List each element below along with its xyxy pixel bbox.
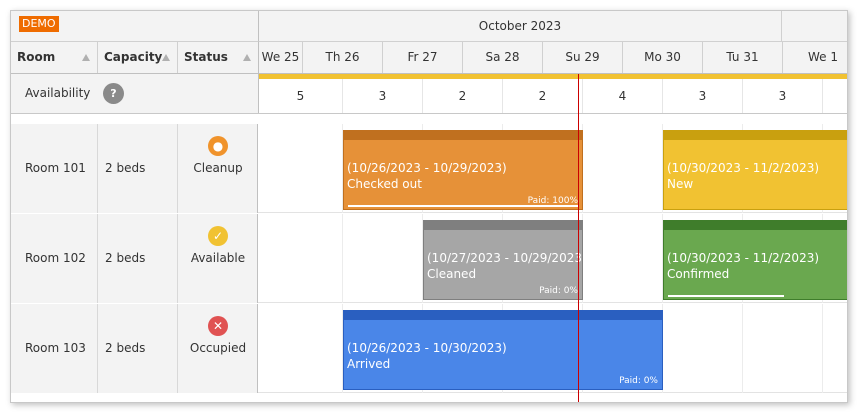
person-icon: ●	[208, 136, 228, 156]
availability-value: 3	[343, 79, 423, 113]
availability-value: 5	[259, 79, 343, 113]
room-name: Room 103	[11, 304, 98, 393]
scheduler: DEMO October 2023 Room Capacity Status W…	[10, 10, 848, 403]
event-dates: (10/27/2023 - 10/29/2023)	[427, 251, 583, 265]
room-row-header[interactable]: Room 103 2 beds ✕ Occupied	[11, 304, 258, 393]
sort-icon[interactable]	[243, 54, 251, 61]
grid-cell[interactable]	[259, 304, 343, 393]
column-header-capacity[interactable]: Capacity	[98, 42, 178, 73]
event-dates: (10/26/2023 - 10/29/2023)	[347, 161, 507, 175]
sort-icon[interactable]	[82, 54, 90, 61]
room-row: Room 102 2 beds ✓ Available (10/27/2023 …	[11, 214, 847, 303]
demo-badge: DEMO	[19, 16, 59, 32]
day-header: Th 26	[303, 42, 383, 73]
check-icon: ✓	[208, 226, 228, 246]
room-name: Room 102	[11, 214, 98, 303]
availability-value: 2	[423, 79, 503, 113]
column-header-status[interactable]: Status	[178, 42, 259, 73]
event-status-bar	[664, 131, 847, 140]
room-status: ● Cleanup	[178, 124, 258, 213]
room-row-header[interactable]: Room 101 2 beds ● Cleanup	[11, 124, 258, 213]
event-dates: (10/30/2023 - 11/2/2023)	[667, 251, 820, 265]
availability-row: Availability ? 5 3 2 2 4 3 3	[11, 74, 847, 114]
event-status: New	[667, 177, 694, 191]
grid-cell[interactable]	[663, 304, 743, 393]
grid-cell[interactable]	[259, 124, 343, 213]
event-status: Confirmed	[667, 267, 730, 281]
room-capacity: 2 beds	[98, 214, 178, 303]
reservation-event[interactable]: (10/30/2023 - 11/2/2023) New	[663, 130, 847, 210]
room-status-label: Cleanup	[193, 161, 243, 175]
availability-value	[823, 79, 847, 113]
reservation-event[interactable]: (10/30/2023 - 11/2/2023) Confirmed	[663, 220, 847, 300]
next-month-cell	[782, 11, 847, 41]
column-header-room-label: Room	[17, 50, 56, 64]
event-dates: (10/26/2023 - 10/30/2023)	[347, 341, 507, 355]
day-header: Sa 28	[463, 42, 543, 73]
event-status: Cleaned	[427, 267, 477, 281]
room-row: Room 101 2 beds ● Cleanup (10/26/2023 - …	[11, 124, 847, 213]
room-status: ✓ Available	[178, 214, 258, 303]
day-header: We 25	[259, 42, 303, 73]
grid-cell[interactable]	[583, 124, 663, 213]
column-header-room[interactable]: Room	[11, 42, 98, 73]
event-status-bar	[424, 221, 582, 230]
day-header: Tu 31	[703, 42, 783, 73]
x-icon: ✕	[208, 316, 228, 336]
room-capacity: 2 beds	[98, 124, 178, 213]
event-paid: Paid: 0%	[619, 376, 658, 386]
help-icon[interactable]: ?	[103, 83, 124, 104]
scheduler-corner: DEMO	[11, 11, 259, 42]
day-header: We 1	[808, 50, 838, 64]
grid-cell[interactable]	[343, 214, 423, 303]
availability-header: Availability ?	[11, 74, 259, 113]
room-status: ✕ Occupied	[178, 304, 258, 393]
event-status: Checked out	[347, 177, 422, 191]
day-header: Fr 27	[383, 42, 463, 73]
column-header-capacity-label: Capacity	[104, 50, 163, 64]
event-paid: Paid: 0%	[539, 286, 578, 296]
room-row: Room 103 2 beds ✕ Occupied (10/26/2023 -…	[11, 304, 847, 393]
day-header: Mo 30	[623, 42, 703, 73]
sort-icon[interactable]	[162, 54, 170, 61]
room-row-header[interactable]: Room 102 2 beds ✓ Available	[11, 214, 258, 303]
paid-progress-bar	[668, 295, 784, 297]
availability-value: 3	[663, 79, 743, 113]
event-status-bar	[664, 221, 847, 230]
event-dates: (10/30/2023 - 11/2/2023)	[667, 161, 820, 175]
room-status-label: Occupied	[189, 341, 247, 355]
day-header: Su 29	[543, 42, 623, 73]
reservation-event[interactable]: (10/26/2023 - 10/29/2023) Checked out Pa…	[343, 130, 583, 210]
current-time-marker	[578, 74, 579, 402]
availability-value: 2	[503, 79, 583, 113]
room-status-label: Available	[190, 251, 246, 265]
month-header: October 2023	[259, 11, 847, 42]
grid-cell[interactable]	[743, 304, 823, 393]
room-capacity: 2 beds	[98, 304, 178, 393]
grid-cell[interactable]	[583, 214, 663, 303]
event-status-bar	[344, 311, 662, 320]
column-header-row: Room Capacity Status We 25 Th 26 Fr 27 S…	[11, 42, 847, 74]
reservation-event[interactable]: (10/27/2023 - 10/29/2023) Cleaned Paid: …	[423, 220, 583, 300]
paid-progress-bar	[348, 205, 578, 207]
grid-cell[interactable]	[259, 214, 343, 303]
event-status: Arrived	[347, 357, 391, 371]
room-name: Room 101	[11, 124, 98, 213]
column-header-status-label: Status	[184, 50, 228, 64]
event-status-bar	[344, 131, 582, 140]
month-label: October 2023	[259, 11, 782, 41]
availability-value: 4	[583, 79, 663, 113]
reservation-event[interactable]: (10/26/2023 - 10/30/2023) Arrived Paid: …	[343, 310, 663, 390]
availability-value: 3	[743, 79, 823, 113]
availability-label: Availability	[25, 86, 91, 100]
